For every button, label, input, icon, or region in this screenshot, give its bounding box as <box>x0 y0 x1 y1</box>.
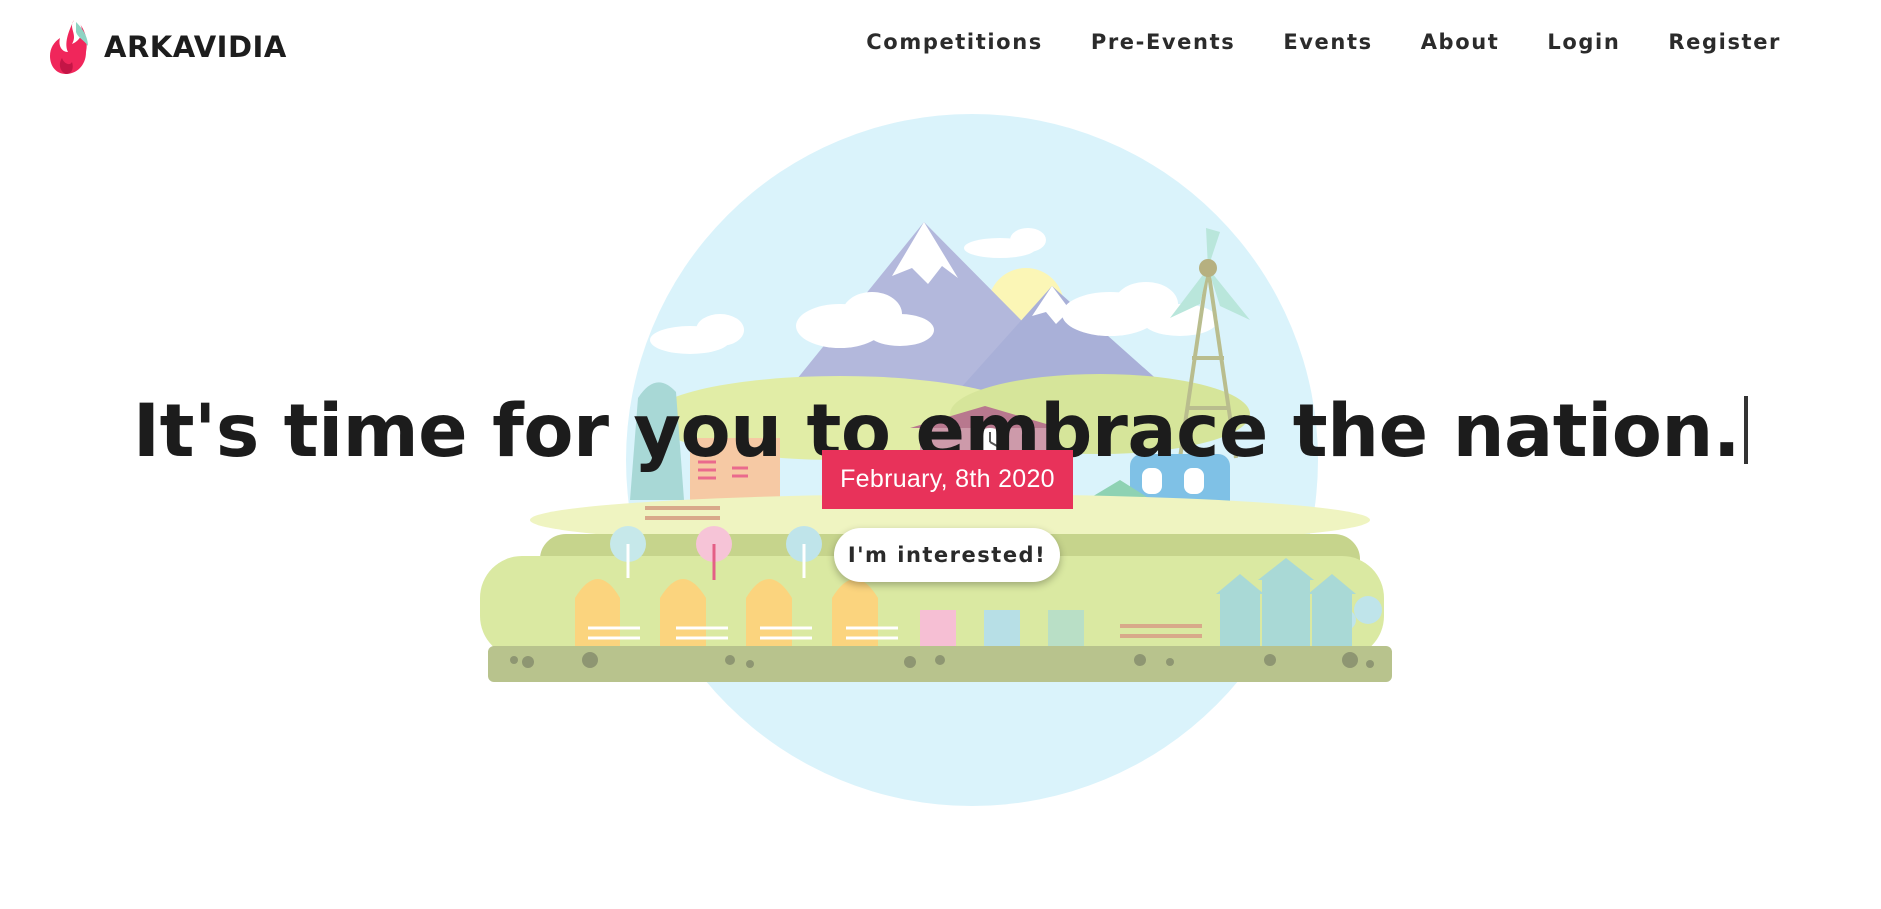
nav-link-competitions[interactable]: Competitions <box>866 30 1043 54</box>
main-nav: Competitions Pre-Events Events About Log… <box>866 30 1781 54</box>
nav-link-pre-events[interactable]: Pre-Events <box>1091 30 1235 54</box>
nav-link-events[interactable]: Events <box>1283 30 1372 54</box>
typing-caret <box>1744 395 1749 464</box>
interested-button[interactable]: I'm interested! <box>834 528 1060 582</box>
flame-logo-icon <box>50 20 88 74</box>
event-date-badge: February, 8th 2020 <box>822 450 1073 509</box>
brand-name: ARKAVIDIA <box>104 30 287 64</box>
nav-link-register[interactable]: Register <box>1668 30 1781 54</box>
navbar: ARKAVIDIA Competitions Pre-Events Events… <box>0 0 1881 96</box>
nav-link-login[interactable]: Login <box>1547 30 1620 54</box>
brand-home-link[interactable]: ARKAVIDIA <box>48 18 287 76</box>
nav-link-about[interactable]: About <box>1421 30 1500 54</box>
